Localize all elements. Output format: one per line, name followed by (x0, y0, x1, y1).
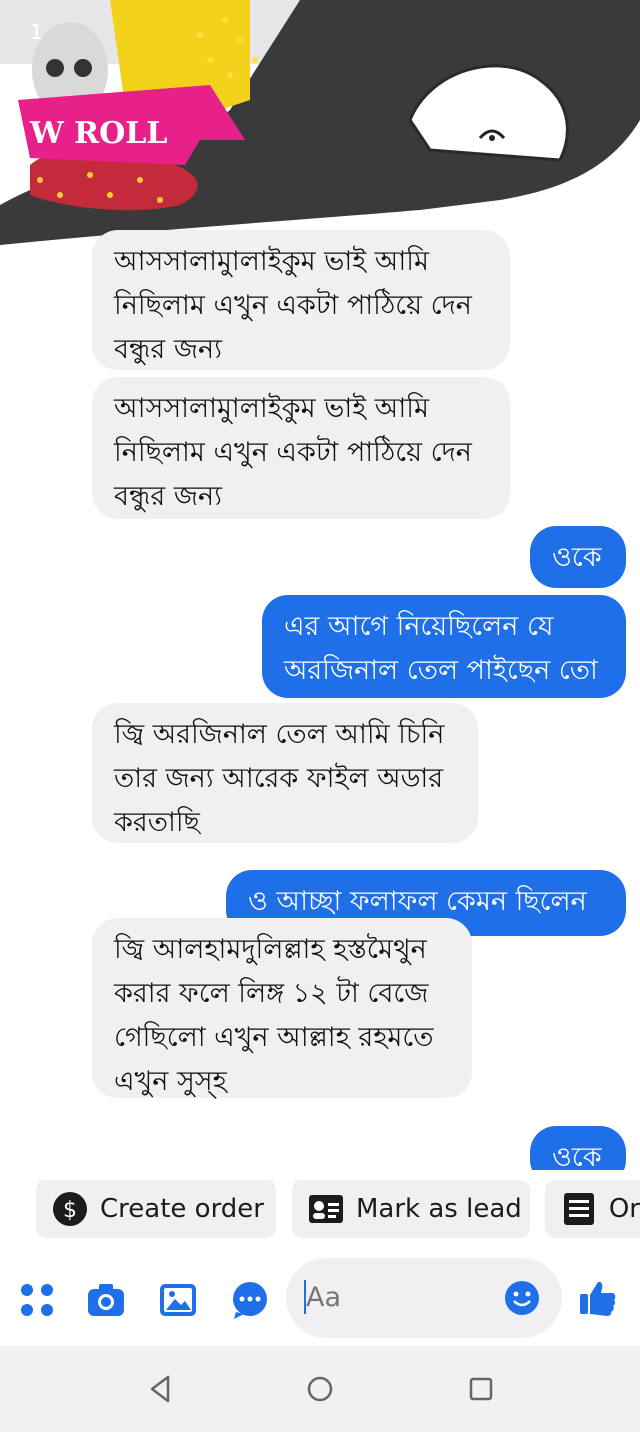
message-input[interactable]: Aa (286, 1258, 562, 1338)
message-text-line: অরজিনাল তেল পাইছেন তো (284, 655, 598, 686)
system-nav-bar (0, 1346, 640, 1432)
conversation-view[interactable]: 1 44 W ROLL আসসালামুালাইকুম ভাই আমিনিছিল… (0, 0, 640, 1170)
composer-bar: Aa (0, 1250, 640, 1346)
outgoing-message-bubble[interactable]: এর আগে নিয়েছিলেন যে অরজিনাল তেল পাইছেন ত… (262, 595, 626, 698)
emoji-icon[interactable] (504, 1280, 540, 1316)
gallery-icon[interactable] (158, 1280, 198, 1320)
mark-as-lead-button[interactable]: Mark as lead (292, 1180, 530, 1238)
order-button[interactable]: Or (545, 1180, 640, 1238)
outgoing-message-bubble[interactable]: ওকে (530, 526, 626, 588)
contact-card-icon (308, 1191, 344, 1227)
incoming-message-bubble[interactable]: জ্বি অরজিনাল তেল আমি চিনি তার জন্য আরেক ফ… (92, 703, 478, 843)
message-text-line: বন্ধুর জন্য (114, 481, 222, 512)
recents-icon[interactable] (466, 1374, 496, 1404)
order-label: Or (608, 1194, 640, 1224)
message-text-line: তার জন্য আরেক ফাইল অডার (114, 763, 444, 794)
create-order-label: Create order (100, 1194, 264, 1224)
quick-actions-bar: $ Create order Mark as lead Or (0, 1170, 640, 1250)
svg-text:$: $ (63, 1198, 77, 1223)
sticker-image: W ROLL (0, 0, 640, 245)
message-text-line: করার ফলে লিঙ্গ ১২ টা বেজে (114, 978, 429, 1009)
camera-icon[interactable] (86, 1280, 126, 1320)
message-text-line: জ্বি অরজিনাল তেল আমি চিনি (114, 719, 445, 750)
mark-as-lead-label: Mark as lead (356, 1194, 522, 1224)
list-icon (561, 1191, 597, 1227)
message-text-line: নিছিলাম এখুন একটা পাঠিয়ে দেন (114, 437, 472, 468)
incoming-message-bubble[interactable]: আসসালামুালাইকুম ভাই আমি নিছিলাম এখুন একটা… (92, 230, 510, 370)
message-text-line: এর আগে নিয়েছিলেন যে (284, 611, 554, 642)
message-text-line: গেছিলো এখুন আল্লাহ রহমতে (114, 1022, 434, 1053)
message-text-line: আসসালামুালাইকুম ভাই আমি (114, 246, 430, 277)
menu-dots-icon[interactable] (18, 1280, 58, 1320)
back-icon[interactable] (146, 1374, 176, 1404)
chat-bubble-icon[interactable] (230, 1280, 270, 1320)
dollar-icon: $ (52, 1191, 88, 1227)
home-icon[interactable] (305, 1374, 335, 1404)
incoming-message-bubble[interactable]: আসসালামুালাইকুম ভাই আমি নিছিলাম এখুন একটা… (92, 377, 510, 519)
message-input-placeholder: Aa (306, 1282, 342, 1313)
create-order-button[interactable]: $ Create order (36, 1180, 276, 1238)
message-text-line: আসসালামুালাইকুম ভাই আমি (114, 393, 430, 424)
incoming-message-bubble[interactable]: জ্বি আলহামদুলিল্লাহ হস্তমৈথুন করার ফলে লি… (92, 918, 472, 1098)
message-text-line: ওকে (552, 1142, 602, 1170)
thumbs-up-icon[interactable] (578, 1278, 618, 1318)
message-text-line: বন্ধুর জন্য (114, 334, 222, 365)
message-text-line: এখুন সুস্হ (114, 1066, 227, 1097)
message-text-line: করতাছি (114, 807, 200, 838)
message-text-line: ওকে (552, 542, 602, 573)
message-text-line: জ্বি আলহামদুলিল্লাহ হস্তমৈথুন (114, 934, 427, 965)
message-text-line: নিছিলাম এখুন একটা পাঠিয়ে দেন (114, 290, 472, 321)
sticker-text: W ROLL (29, 116, 167, 151)
outgoing-message-bubble[interactable]: ওকে (530, 1126, 626, 1170)
